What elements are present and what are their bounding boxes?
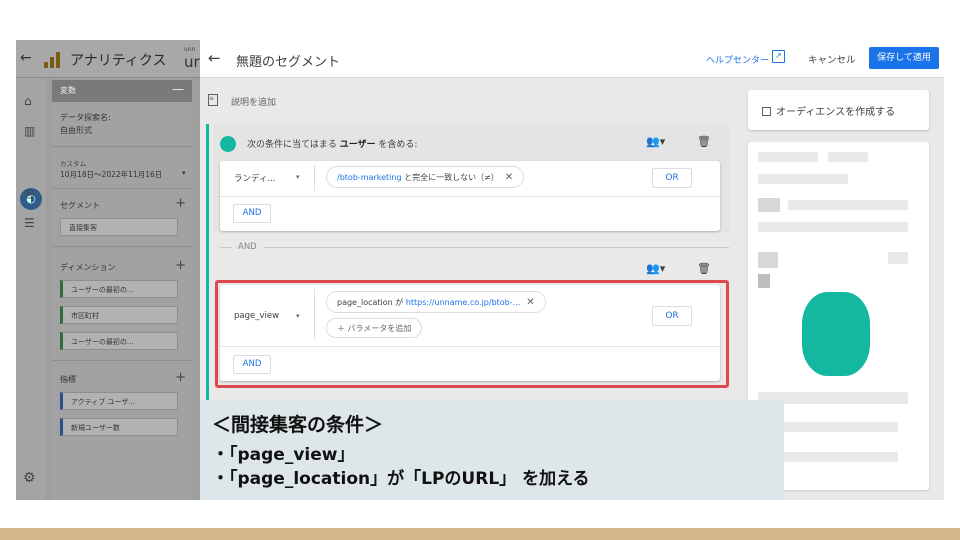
annotation-box: ＜間接集客の条件＞ ・「page_view」 ・「page_location」が… [200, 400, 784, 500]
collapse-icon[interactable]: — [172, 82, 184, 96]
exploration-name-value[interactable]: 自由形式 [60, 125, 92, 136]
dimensions-label: ディメンション [60, 263, 116, 272]
date-custom-label: カスタム [60, 160, 86, 168]
include-indicator-icon [220, 136, 236, 152]
add-metric-icon[interactable]: + [175, 370, 186, 385]
account-label: unn [184, 46, 196, 53]
date-dropdown-icon[interactable]: ▾ [182, 169, 186, 177]
remove-filter-icon[interactable]: ✕ [505, 172, 513, 183]
and-button[interactable]: AND [233, 204, 271, 223]
analytics-logo-icon [44, 52, 60, 68]
external-link-icon[interactable]: ↗ [772, 50, 785, 63]
dimension-chip[interactable]: ユーザーの最初の... [60, 332, 178, 350]
dimension-dropdown[interactable]: ランディ... [234, 172, 276, 184]
user-scope-icon[interactable]: 👥▾ [646, 135, 665, 148]
editor-header: ← 無題のセグメント ヘルプセンター ↗ キャンセル 保存して適用 [200, 40, 944, 78]
document-icon: ≡ [208, 94, 218, 106]
add-description-link[interactable]: 説明を追加 [231, 95, 276, 108]
or-button[interactable]: OR [652, 168, 692, 188]
annotation-line: ・「page_location」が「LPのURL」 を加える [212, 469, 590, 489]
nav-rail: ⌂ ▥ ◐ ◎ ☰ [16, 78, 46, 500]
condition-card: ランディ... ▾ /btob-marketing と完全に一致しない（≠） ✕ … [220, 161, 720, 231]
dimension-chip[interactable]: ユーザーの最初の... [60, 280, 178, 298]
analytics-app-background: ← アナリティクス unn ur ⌂ ▥ ◐ ◎ ☰ 変数 — データ探索名: 自… [16, 40, 200, 500]
footer-bar [0, 528, 960, 540]
back-arrow-icon[interactable]: ← [20, 50, 32, 66]
and-separator: AND [238, 242, 257, 252]
settings-gear-icon[interactable]: ⚙ [23, 470, 36, 486]
variables-header: 変数 — [52, 80, 192, 102]
segments-label: セグメント [60, 201, 100, 210]
create-audience-button[interactable]: オーディエンスを作成する [748, 90, 929, 130]
trash-icon[interactable]: 🗑 [697, 262, 711, 275]
condition-heading: 次の条件に当てはまる ユーザー を含める: [247, 140, 418, 150]
app-title: アナリティクス [70, 53, 167, 69]
annotation-line: ・「page_view」 [212, 445, 355, 465]
filter-pill[interactable]: /btob-marketing と完全に一致しない（≠） ✕ [326, 166, 525, 188]
cancel-button[interactable]: キャンセル [808, 52, 856, 66]
segment-title[interactable]: 無題のセグメント [236, 51, 340, 70]
account-name[interactable]: ur [184, 53, 200, 71]
checkbox-icon[interactable] [762, 107, 771, 116]
configure-icon[interactable]: ☰ [24, 216, 35, 230]
back-arrow-icon[interactable]: ← [208, 49, 221, 67]
exploration-name-label: データ探索名: [60, 113, 111, 122]
user-scope-icon[interactable]: 👥▾ [646, 262, 665, 275]
metrics-label: 指標 [60, 375, 76, 384]
metric-chip[interactable]: 新規ユーザー数 [60, 418, 178, 436]
annotation-title: ＜間接集客の条件＞ [212, 414, 384, 436]
metric-chip[interactable]: アクティブ ユーザ... [60, 392, 178, 410]
add-segment-icon[interactable]: + [175, 196, 186, 211]
add-dimension-icon[interactable]: + [175, 258, 186, 273]
home-icon[interactable]: ⌂ [24, 94, 32, 108]
save-apply-button[interactable]: 保存して適用 [869, 47, 939, 69]
segment-chip[interactable]: 直接集客 [60, 218, 178, 236]
highlight-box [215, 280, 729, 388]
variables-panel: 変数 — データ探索名: 自由形式 カスタム 10月18日～2022年11月16日… [52, 78, 192, 500]
help-center-link[interactable]: ヘルプセンター [706, 53, 769, 66]
app-header: ← アナリティクス unn ur [16, 40, 200, 78]
chart-donut-preview [802, 292, 870, 376]
dimension-chip[interactable]: 市区町村 [60, 306, 178, 324]
slide: ← アナリティクス unn ur ⌂ ▥ ◐ ◎ ☰ 変数 — データ探索名: 自… [0, 0, 960, 540]
date-range[interactable]: 10月18日～2022年11月16日 [60, 169, 162, 180]
dropdown-arrow-icon[interactable]: ▾ [296, 173, 300, 181]
advertising-icon[interactable]: ◎ [24, 186, 34, 200]
reports-icon[interactable]: ▥ [24, 124, 35, 138]
trash-icon[interactable]: 🗑 [697, 135, 711, 148]
